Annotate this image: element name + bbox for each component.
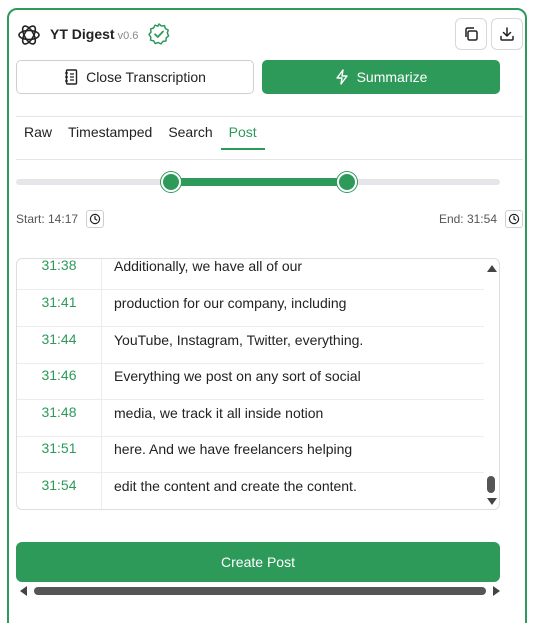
table-row[interactable]: 31:51 here. And we have freelancers help… <box>17 436 484 473</box>
close-transcription-label: Close Transcription <box>86 69 206 85</box>
start-time: Start: 14:17 <box>16 210 105 228</box>
scrollbar-thumb[interactable] <box>34 587 486 595</box>
row-text: YouTube, Instagram, Twitter, everything. <box>114 332 364 348</box>
create-post-label: Create Post <box>221 554 295 570</box>
scroll-right-arrow-icon[interactable] <box>493 586 500 596</box>
app-name: YT Digest <box>50 26 115 42</box>
tab-bar: Raw Timestamped Search Post <box>16 116 265 150</box>
end-time: End: 31:54 <box>439 210 523 228</box>
row-timestamp[interactable]: 31:48 <box>17 400 102 436</box>
tab-timestamped[interactable]: Timestamped <box>60 116 160 150</box>
table-row[interactable]: 31:48 media, we track it all inside noti… <box>17 400 484 437</box>
scroll-left-arrow-icon[interactable] <box>20 586 27 596</box>
tab-post[interactable]: Post <box>220 116 265 150</box>
time-range-slider[interactable] <box>16 172 500 192</box>
vertical-scrollbar[interactable] <box>483 259 499 509</box>
close-transcription-button[interactable]: Close Transcription <box>16 60 254 94</box>
check-badge-icon <box>148 23 170 45</box>
header: YT Digest v0.6 <box>16 18 523 52</box>
row-timestamp[interactable]: 31:44 <box>17 327 102 363</box>
clock-icon <box>508 213 520 225</box>
app-version: v0.6 <box>117 30 139 42</box>
row-timestamp[interactable]: 31:46 <box>17 363 102 399</box>
start-time-label: Start: 14:17 <box>16 212 79 226</box>
row-timestamp[interactable]: 31:38 <box>17 259 102 289</box>
clock-icon <box>89 213 101 225</box>
table-row[interactable]: 31:54 edit the content and create the co… <box>17 473 484 509</box>
set-start-button[interactable] <box>86 210 105 228</box>
row-text: media, we track it all inside notion <box>114 405 324 421</box>
slider-start-handle[interactable] <box>161 172 181 192</box>
table-row[interactable]: 31:41 production for our company, includ… <box>17 290 484 327</box>
scrollbar-thumb[interactable] <box>487 476 495 493</box>
row-timestamp[interactable]: 31:41 <box>17 290 102 326</box>
openai-logo-icon <box>18 25 40 45</box>
row-text: Everything we post on any sort of social <box>114 368 361 384</box>
table-row[interactable]: 31:38 Additionally, we have all of our <box>17 258 484 290</box>
copy-button[interactable] <box>455 18 487 50</box>
scroll-up-arrow-icon[interactable] <box>487 265 497 272</box>
notebook-icon <box>65 69 78 85</box>
transcript-table[interactable]: 31:38 Additionally, we have all of our 3… <box>16 258 500 510</box>
lightning-icon <box>335 69 348 85</box>
table-row[interactable]: 31:46 Everything we post on any sort of … <box>17 363 484 400</box>
app-title: YT Digest v0.6 <box>50 26 138 42</box>
row-timestamp[interactable]: 31:51 <box>17 436 102 472</box>
download-icon <box>500 27 514 41</box>
end-time-label: End: 31:54 <box>438 212 497 226</box>
slider-selected-range <box>171 178 347 186</box>
copy-icon <box>465 27 478 41</box>
summarize-button[interactable]: Summarize <box>262 60 500 94</box>
row-text: production for our company, including <box>114 295 347 311</box>
slider-end-handle[interactable] <box>337 172 357 192</box>
horizontal-scrollbar[interactable] <box>18 584 502 598</box>
summarize-label: Summarize <box>356 69 428 85</box>
scroll-down-arrow-icon[interactable] <box>487 498 497 505</box>
row-timestamp[interactable]: 31:54 <box>17 473 102 509</box>
tab-search[interactable]: Search <box>160 116 220 150</box>
create-post-button[interactable]: Create Post <box>16 542 500 582</box>
tab-divider <box>16 159 523 160</box>
row-text: Additionally, we have all of our <box>114 258 303 274</box>
table-row[interactable]: 31:44 YouTube, Instagram, Twitter, every… <box>17 327 484 364</box>
set-end-button[interactable] <box>505 210 523 228</box>
row-text: edit the content and create the content. <box>114 478 357 494</box>
tab-raw[interactable]: Raw <box>16 116 60 150</box>
download-button[interactable] <box>491 18 523 50</box>
row-text: here. And we have freelancers helping <box>114 441 353 457</box>
